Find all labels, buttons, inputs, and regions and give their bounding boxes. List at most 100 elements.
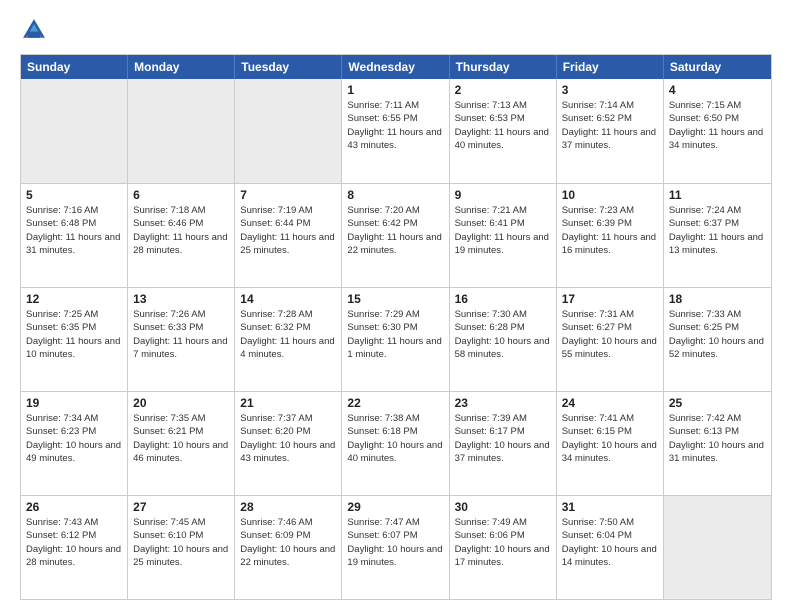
day-cell-3: 3 Sunrise: 7:14 AM Sunset: 6:52 PM Daylig… [557,79,664,183]
day-info: Sunrise: 7:46 AM Sunset: 6:09 PM Dayligh… [240,516,336,569]
day-number: 4 [669,83,766,97]
day-cell-empty [128,79,235,183]
day-cell-7: 7 Sunrise: 7:19 AM Sunset: 6:44 PM Daylig… [235,184,342,287]
day-info: Sunrise: 7:20 AM Sunset: 6:42 PM Dayligh… [347,204,443,257]
day-number: 29 [347,500,443,514]
day-number: 20 [133,396,229,410]
day-info: Sunrise: 7:13 AM Sunset: 6:53 PM Dayligh… [455,99,551,152]
day-number: 11 [669,188,766,202]
header-day-wednesday: Wednesday [342,55,449,79]
day-info: Sunrise: 7:11 AM Sunset: 6:55 PM Dayligh… [347,99,443,152]
day-cell-9: 9 Sunrise: 7:21 AM Sunset: 6:41 PM Daylig… [450,184,557,287]
header-day-tuesday: Tuesday [235,55,342,79]
day-info: Sunrise: 7:39 AM Sunset: 6:17 PM Dayligh… [455,412,551,465]
day-info: Sunrise: 7:15 AM Sunset: 6:50 PM Dayligh… [669,99,766,152]
day-number: 15 [347,292,443,306]
day-number: 17 [562,292,658,306]
day-number: 21 [240,396,336,410]
day-info: Sunrise: 7:31 AM Sunset: 6:27 PM Dayligh… [562,308,658,361]
day-number: 12 [26,292,122,306]
day-cell-empty [664,496,771,599]
day-number: 7 [240,188,336,202]
calendar-body: 1 Sunrise: 7:11 AM Sunset: 6:55 PM Daylig… [21,79,771,599]
day-cell-15: 15 Sunrise: 7:29 AM Sunset: 6:30 PM Dayli… [342,288,449,391]
day-number: 2 [455,83,551,97]
day-info: Sunrise: 7:34 AM Sunset: 6:23 PM Dayligh… [26,412,122,465]
day-info: Sunrise: 7:47 AM Sunset: 6:07 PM Dayligh… [347,516,443,569]
header [20,16,772,44]
day-number: 5 [26,188,122,202]
day-cell-27: 27 Sunrise: 7:45 AM Sunset: 6:10 PM Dayli… [128,496,235,599]
day-info: Sunrise: 7:45 AM Sunset: 6:10 PM Dayligh… [133,516,229,569]
day-number: 19 [26,396,122,410]
day-number: 16 [455,292,551,306]
header-day-saturday: Saturday [664,55,771,79]
day-info: Sunrise: 7:42 AM Sunset: 6:13 PM Dayligh… [669,412,766,465]
day-cell-10: 10 Sunrise: 7:23 AM Sunset: 6:39 PM Dayli… [557,184,664,287]
page: SundayMondayTuesdayWednesdayThursdayFrid… [0,0,792,612]
day-info: Sunrise: 7:30 AM Sunset: 6:28 PM Dayligh… [455,308,551,361]
day-cell-22: 22 Sunrise: 7:38 AM Sunset: 6:18 PM Dayli… [342,392,449,495]
day-info: Sunrise: 7:25 AM Sunset: 6:35 PM Dayligh… [26,308,122,361]
logo [20,16,52,44]
day-info: Sunrise: 7:38 AM Sunset: 6:18 PM Dayligh… [347,412,443,465]
day-number: 13 [133,292,229,306]
day-info: Sunrise: 7:41 AM Sunset: 6:15 PM Dayligh… [562,412,658,465]
calendar-row-2: 5 Sunrise: 7:16 AM Sunset: 6:48 PM Daylig… [21,183,771,287]
day-info: Sunrise: 7:19 AM Sunset: 6:44 PM Dayligh… [240,204,336,257]
day-info: Sunrise: 7:29 AM Sunset: 6:30 PM Dayligh… [347,308,443,361]
day-cell-16: 16 Sunrise: 7:30 AM Sunset: 6:28 PM Dayli… [450,288,557,391]
day-info: Sunrise: 7:16 AM Sunset: 6:48 PM Dayligh… [26,204,122,257]
day-number: 8 [347,188,443,202]
day-number: 28 [240,500,336,514]
day-number: 27 [133,500,229,514]
day-cell-19: 19 Sunrise: 7:34 AM Sunset: 6:23 PM Dayli… [21,392,128,495]
day-number: 9 [455,188,551,202]
day-info: Sunrise: 7:14 AM Sunset: 6:52 PM Dayligh… [562,99,658,152]
day-cell-31: 31Sunrise: 7:50 AM Sunset: 6:04 PM Dayli… [557,496,664,599]
day-cell-12: 12 Sunrise: 7:25 AM Sunset: 6:35 PM Dayli… [21,288,128,391]
calendar-header: SundayMondayTuesdayWednesdayThursdayFrid… [21,55,771,79]
day-number: 6 [133,188,229,202]
day-info: Sunrise: 7:37 AM Sunset: 6:20 PM Dayligh… [240,412,336,465]
day-info: Sunrise: 7:35 AM Sunset: 6:21 PM Dayligh… [133,412,229,465]
day-cell-6: 6 Sunrise: 7:18 AM Sunset: 6:46 PM Daylig… [128,184,235,287]
day-cell-30: 30Sunrise: 7:49 AM Sunset: 6:06 PM Dayli… [450,496,557,599]
day-cell-20: 20 Sunrise: 7:35 AM Sunset: 6:21 PM Dayli… [128,392,235,495]
day-cell-17: 17 Sunrise: 7:31 AM Sunset: 6:27 PM Dayli… [557,288,664,391]
day-cell-4: 4 Sunrise: 7:15 AM Sunset: 6:50 PM Daylig… [664,79,771,183]
day-info: Sunrise: 7:21 AM Sunset: 6:41 PM Dayligh… [455,204,551,257]
calendar-row-3: 12 Sunrise: 7:25 AM Sunset: 6:35 PM Dayli… [21,287,771,391]
day-info: Sunrise: 7:33 AM Sunset: 6:25 PM Dayligh… [669,308,766,361]
day-number: 10 [562,188,658,202]
day-cell-29: 29 Sunrise: 7:47 AM Sunset: 6:07 PM Dayli… [342,496,449,599]
day-number: 1 [347,83,443,97]
day-cell-18: 18 Sunrise: 7:33 AM Sunset: 6:25 PM Dayli… [664,288,771,391]
calendar-row-1: 1 Sunrise: 7:11 AM Sunset: 6:55 PM Daylig… [21,79,771,183]
calendar-row-5: 26Sunrise: 7:43 AM Sunset: 6:12 PM Dayli… [21,495,771,599]
day-cell-26: 26Sunrise: 7:43 AM Sunset: 6:12 PM Dayli… [21,496,128,599]
day-info: Sunrise: 7:50 AM Sunset: 6:04 PM Dayligh… [562,516,658,569]
day-number: 3 [562,83,658,97]
header-day-friday: Friday [557,55,664,79]
day-info: Sunrise: 7:18 AM Sunset: 6:46 PM Dayligh… [133,204,229,257]
day-cell-23: 23 Sunrise: 7:39 AM Sunset: 6:17 PM Dayli… [450,392,557,495]
day-cell-14: 14 Sunrise: 7:28 AM Sunset: 6:32 PM Dayli… [235,288,342,391]
day-info: Sunrise: 7:23 AM Sunset: 6:39 PM Dayligh… [562,204,658,257]
header-day-thursday: Thursday [450,55,557,79]
day-cell-24: 24 Sunrise: 7:41 AM Sunset: 6:15 PM Dayli… [557,392,664,495]
day-info: Sunrise: 7:28 AM Sunset: 6:32 PM Dayligh… [240,308,336,361]
day-number: 22 [347,396,443,410]
day-cell-25: 25 Sunrise: 7:42 AM Sunset: 6:13 PM Dayli… [664,392,771,495]
day-number: 14 [240,292,336,306]
day-info: Sunrise: 7:43 AM Sunset: 6:12 PM Dayligh… [26,516,122,569]
day-cell-2: 2 Sunrise: 7:13 AM Sunset: 6:53 PM Daylig… [450,79,557,183]
day-number: 25 [669,396,766,410]
day-number: 18 [669,292,766,306]
header-day-sunday: Sunday [21,55,128,79]
day-number: 23 [455,396,551,410]
day-number: 24 [562,396,658,410]
day-cell-empty [235,79,342,183]
day-cell-11: 11Sunrise: 7:24 AM Sunset: 6:37 PM Dayli… [664,184,771,287]
day-cell-5: 5 Sunrise: 7:16 AM Sunset: 6:48 PM Daylig… [21,184,128,287]
